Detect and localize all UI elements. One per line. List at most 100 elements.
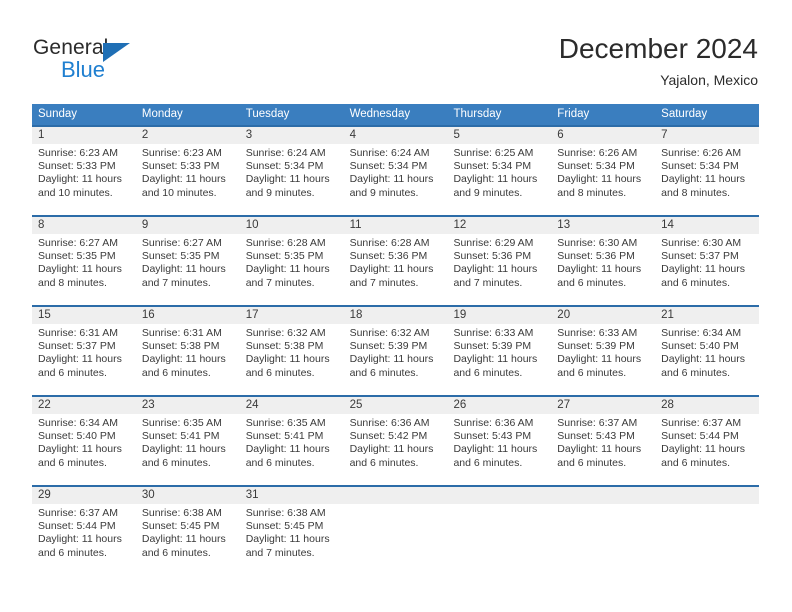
day-cell[interactable]: 4 Sunrise: 6:24 AM Sunset: 5:34 PM Dayli… <box>343 125 448 215</box>
day-number: 20 <box>551 307 656 324</box>
daylight-text-line1: Daylight: 11 hours <box>245 443 330 456</box>
brand-name-blue: Blue <box>61 57 106 82</box>
day-number: 26 <box>447 397 552 414</box>
day-cell[interactable]: 21 Sunrise: 6:34 AM Sunset: 5:40 PM Dayl… <box>655 305 760 395</box>
day-cell[interactable]: 19 Sunrise: 6:33 AM Sunset: 5:39 PM Dayl… <box>447 305 552 395</box>
sunset-text: Sunset: 5:40 PM <box>38 430 116 443</box>
daylight-text-line1: Daylight: 11 hours <box>141 443 226 456</box>
sunset-text: Sunset: 5:38 PM <box>245 340 324 353</box>
daylight-text-line1: Daylight: 11 hours <box>453 173 538 186</box>
day-details: Sunrise: 6:24 AM Sunset: 5:34 PM Dayligh… <box>344 144 448 200</box>
weekday-header-saturday: Saturday <box>661 108 708 120</box>
day-cell[interactable]: 9 Sunrise: 6:27 AM Sunset: 5:35 PM Dayli… <box>135 215 240 305</box>
daylight-text-line2: and 10 minutes. <box>141 186 217 199</box>
day-cell[interactable]: 24 Sunrise: 6:35 AM Sunset: 5:41 PM Dayl… <box>239 395 344 485</box>
day-cell[interactable]: 12 Sunrise: 6:29 AM Sunset: 5:36 PM Dayl… <box>447 215 552 305</box>
day-cell[interactable]: 28 Sunrise: 6:37 AM Sunset: 5:44 PM Dayl… <box>655 395 760 485</box>
day-details: Sunrise: 6:36 AM Sunset: 5:42 PM Dayligh… <box>344 414 448 470</box>
day-number: 8 <box>32 217 136 234</box>
page-subtitle: Yajalon, Mexico <box>660 72 758 88</box>
sunrise-text: Sunrise: 6:36 AM <box>349 417 430 429</box>
day-number: 29 <box>32 487 136 504</box>
day-number: 1 <box>32 127 136 144</box>
week-row: 8 Sunrise: 6:27 AM Sunset: 5:35 PM Dayli… <box>32 215 760 305</box>
day-details: Sunrise: 6:38 AM Sunset: 5:45 PM Dayligh… <box>240 504 344 560</box>
daylight-text-line2: and 7 minutes. <box>453 276 523 289</box>
day-cell[interactable]: 13 Sunrise: 6:30 AM Sunset: 5:36 PM Dayl… <box>551 215 656 305</box>
day-cell[interactable]: 11 Sunrise: 6:28 AM Sunset: 5:36 PM Dayl… <box>343 215 448 305</box>
daylight-text-line2: and 7 minutes. <box>245 546 315 559</box>
sunrise-text: Sunrise: 6:25 AM <box>453 147 534 159</box>
day-number: 12 <box>447 217 552 234</box>
daylight-text-line1: Daylight: 11 hours <box>349 263 434 276</box>
sunset-text: Sunset: 5:41 PM <box>245 430 324 443</box>
sunrise-text: Sunrise: 6:35 AM <box>141 417 222 429</box>
day-cell[interactable]: 22 Sunrise: 6:34 AM Sunset: 5:40 PM Dayl… <box>32 395 136 485</box>
day-cell[interactable]: 17 Sunrise: 6:32 AM Sunset: 5:38 PM Dayl… <box>239 305 344 395</box>
daylight-text-line2: and 8 minutes. <box>38 276 107 289</box>
day-details: Sunrise: 6:31 AM Sunset: 5:38 PM Dayligh… <box>136 324 240 380</box>
sunset-text: Sunset: 5:39 PM <box>349 340 428 353</box>
daylight-text-line2: and 9 minutes. <box>349 186 419 199</box>
sunrise-text: Sunrise: 6:37 AM <box>38 507 118 519</box>
daylight-text-line1: Daylight: 11 hours <box>557 263 642 276</box>
day-cell[interactable]: 5 Sunrise: 6:25 AM Sunset: 5:34 PM Dayli… <box>447 125 552 215</box>
day-details: Sunrise: 6:37 AM Sunset: 5:44 PM Dayligh… <box>32 504 136 560</box>
day-cell[interactable]: 15 Sunrise: 6:31 AM Sunset: 5:37 PM Dayl… <box>32 305 136 395</box>
daylight-text-line2: and 7 minutes. <box>141 276 211 289</box>
daylight-text-line1: Daylight: 11 hours <box>661 353 746 366</box>
day-cell[interactable]: 16 Sunrise: 6:31 AM Sunset: 5:38 PM Dayl… <box>135 305 240 395</box>
weekday-header-sunday: Sunday <box>38 108 78 120</box>
sunset-text: Sunset: 5:36 PM <box>349 250 428 263</box>
sunset-text: Sunset: 5:43 PM <box>557 430 635 443</box>
day-number: 5 <box>447 127 552 144</box>
sunset-text: Sunset: 5:39 PM <box>557 340 635 353</box>
day-details: Sunrise: 6:25 AM Sunset: 5:34 PM Dayligh… <box>447 144 551 200</box>
day-cell[interactable]: 18 Sunrise: 6:32 AM Sunset: 5:39 PM Dayl… <box>343 305 448 395</box>
daylight-text-line2: and 6 minutes. <box>557 366 627 379</box>
day-cell[interactable]: 29 Sunrise: 6:37 AM Sunset: 5:44 PM Dayl… <box>32 485 136 571</box>
day-cell[interactable]: 7 Sunrise: 6:26 AM Sunset: 5:34 PM Dayli… <box>655 125 760 215</box>
daylight-text-line2: and 6 minutes. <box>661 456 731 469</box>
sunrise-text: Sunrise: 6:24 AM <box>245 147 326 159</box>
day-cell[interactable]: 23 Sunrise: 6:35 AM Sunset: 5:41 PM Dayl… <box>135 395 240 485</box>
day-cell[interactable]: 8 Sunrise: 6:27 AM Sunset: 5:35 PM Dayli… <box>32 215 136 305</box>
day-details: Sunrise: 6:35 AM Sunset: 5:41 PM Dayligh… <box>136 414 240 470</box>
day-details: Sunrise: 6:30 AM Sunset: 5:36 PM Dayligh… <box>551 234 655 290</box>
daylight-text-line2: and 6 minutes. <box>245 456 315 469</box>
sunrise-text: Sunrise: 6:34 AM <box>38 417 118 429</box>
day-number: 28 <box>655 397 760 414</box>
daylight-text-line2: and 6 minutes. <box>38 546 107 559</box>
day-number <box>343 487 448 504</box>
day-number: 18 <box>343 307 448 324</box>
day-cell[interactable]: 1 Sunrise: 6:23 AM Sunset: 5:33 PM Dayli… <box>32 125 136 215</box>
day-cell[interactable]: 3 Sunrise: 6:24 AM Sunset: 5:34 PM Dayli… <box>239 125 344 215</box>
week-row: 15 Sunrise: 6:31 AM Sunset: 5:37 PM Dayl… <box>32 305 760 395</box>
sunset-text: Sunset: 5:39 PM <box>453 340 532 353</box>
day-cell[interactable]: 31 Sunrise: 6:38 AM Sunset: 5:45 PM Dayl… <box>239 485 344 571</box>
day-cell[interactable]: 20 Sunrise: 6:33 AM Sunset: 5:39 PM Dayl… <box>551 305 656 395</box>
day-number: 27 <box>551 397 656 414</box>
day-cell[interactable]: 10 Sunrise: 6:28 AM Sunset: 5:35 PM Dayl… <box>239 215 344 305</box>
brand-logo[interactable]: General Blue <box>33 36 233 86</box>
day-cell[interactable]: 30 Sunrise: 6:38 AM Sunset: 5:45 PM Dayl… <box>135 485 240 571</box>
calendar-page: General Blue December 2024 Yajalon, Mexi… <box>0 0 792 612</box>
daylight-text-line2: and 6 minutes. <box>557 456 627 469</box>
day-cell[interactable]: 2 Sunrise: 6:23 AM Sunset: 5:33 PM Dayli… <box>135 125 240 215</box>
daylight-text-line1: Daylight: 11 hours <box>141 533 226 546</box>
sunset-text: Sunset: 5:34 PM <box>557 160 635 173</box>
day-cell[interactable]: 6 Sunrise: 6:26 AM Sunset: 5:34 PM Dayli… <box>551 125 656 215</box>
day-number: 3 <box>239 127 344 144</box>
day-details: Sunrise: 6:32 AM Sunset: 5:38 PM Dayligh… <box>240 324 344 380</box>
sunset-text: Sunset: 5:34 PM <box>349 160 428 173</box>
day-cell[interactable]: 25 Sunrise: 6:36 AM Sunset: 5:42 PM Dayl… <box>343 395 448 485</box>
day-cell[interactable]: 27 Sunrise: 6:37 AM Sunset: 5:43 PM Dayl… <box>551 395 656 485</box>
sunrise-text: Sunrise: 6:28 AM <box>349 237 430 249</box>
sunrise-text: Sunrise: 6:31 AM <box>38 327 118 339</box>
daylight-text-line1: Daylight: 11 hours <box>245 533 330 546</box>
sunset-text: Sunset: 5:42 PM <box>349 430 428 443</box>
daylight-text-line2: and 7 minutes. <box>349 276 419 289</box>
day-cell[interactable]: 26 Sunrise: 6:36 AM Sunset: 5:43 PM Dayl… <box>447 395 552 485</box>
day-cell[interactable]: 14 Sunrise: 6:30 AM Sunset: 5:37 PM Dayl… <box>655 215 760 305</box>
day-number <box>551 487 656 504</box>
